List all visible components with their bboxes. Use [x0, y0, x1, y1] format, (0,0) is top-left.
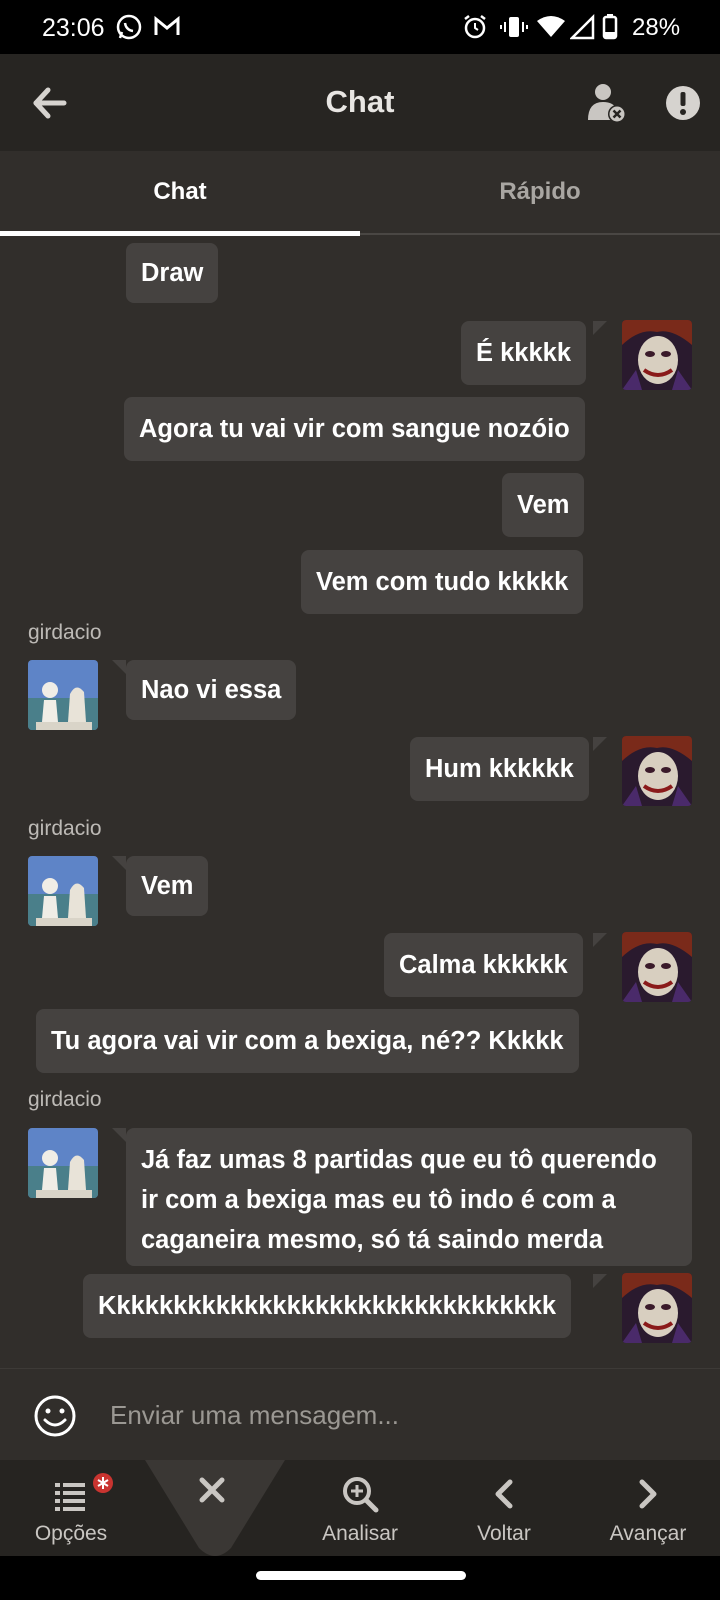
back-label: Voltar: [477, 1522, 531, 1545]
forward-label: Avançar: [609, 1522, 687, 1545]
message-bubble: Vem: [502, 473, 585, 537]
analyze-button[interactable]: Analisar: [290, 1460, 430, 1556]
chevron-right-icon: [639, 1479, 657, 1509]
bubble-tail: [112, 856, 126, 870]
girdacio-avatar[interactable]: [28, 856, 98, 926]
chess-avatar-icon: [28, 1128, 98, 1198]
my-avatar[interactable]: [622, 320, 692, 390]
my-avatar[interactable]: [622, 736, 692, 806]
sender-name: girdacio: [28, 817, 102, 840]
joker-avatar-icon: [622, 736, 692, 806]
options-label: Opções: [34, 1522, 108, 1545]
message-bubble: Tu agora vai vir com a bexiga, né?? Kkkk…: [36, 1009, 579, 1073]
vibrate-icon: [500, 17, 528, 37]
home-indicator[interactable]: [256, 1571, 466, 1580]
message-bubble: Calma kkkkkk: [384, 933, 583, 997]
tab-chat[interactable]: Chat: [0, 151, 360, 233]
bubble-tail: [593, 321, 607, 335]
joker-avatar-icon: [622, 932, 692, 1002]
close-button[interactable]: [145, 1460, 285, 1556]
options-button[interactable]: Opções: [1, 1460, 141, 1556]
sender-name: girdacio: [28, 1088, 102, 1111]
bubble-tail: [112, 660, 126, 674]
tab-rapido[interactable]: Rápido: [360, 151, 720, 233]
joker-avatar-icon: [622, 320, 692, 390]
battery-icon: [602, 14, 618, 40]
back-button[interactable]: Voltar: [434, 1460, 574, 1556]
message-bubble: Agora tu vai vir com sangue nozóio: [124, 397, 585, 461]
battery-percent: 28%: [632, 14, 681, 41]
analyze-label: Analisar: [322, 1522, 398, 1545]
bubble-tail: [593, 1274, 607, 1288]
girdacio-avatar[interactable]: [28, 1128, 98, 1198]
wifi-icon: [537, 16, 565, 37]
cell-signal-icon: [570, 13, 595, 40]
tab-bar: Chat Rápido: [0, 151, 720, 236]
app-bar: Chat: [0, 54, 720, 151]
message-bubble: Vem: [126, 856, 209, 916]
whatsapp-icon: [116, 14, 142, 40]
bubble-tail: [593, 737, 607, 751]
message-input[interactable]: Enviar uma mensagem...: [110, 1391, 670, 1439]
chess-avatar-icon: [28, 856, 98, 926]
message-bubble: Vem com tudo kkkkk: [301, 550, 584, 614]
block-user-icon[interactable]: [584, 80, 630, 126]
sender-name: girdacio: [28, 621, 102, 644]
message-bubble: Kkkkkkkkkkkkkkkkkkkkkkkkkkkkkkkk: [83, 1274, 572, 1338]
report-icon[interactable]: [660, 80, 706, 126]
notification-badge-icon: [93, 1473, 113, 1493]
emoji-icon[interactable]: [33, 1394, 77, 1438]
message-composer: Enviar uma mensagem...: [0, 1368, 720, 1461]
message-bubble: Já faz umas 8 partidas que eu tô querend…: [126, 1128, 692, 1266]
forward-button[interactable]: Avançar: [578, 1460, 718, 1556]
status-time: 23:06: [42, 14, 105, 42]
my-avatar[interactable]: [622, 1273, 692, 1343]
magnifier-plus-icon: [343, 1477, 379, 1513]
bubble-tail: [112, 1128, 126, 1142]
message-bubble: Hum kkkkkk: [410, 737, 589, 801]
bubble-tail: [593, 933, 607, 947]
chevron-left-icon: [495, 1479, 513, 1509]
message-bubble: Draw: [126, 243, 219, 303]
system-nav-bar: [0, 1556, 720, 1600]
status-bar: 23:06 28%: [0, 0, 720, 54]
chess-avatar-icon: [28, 660, 98, 730]
bottom-nav: Opções Analisar Voltar Avançar: [0, 1460, 720, 1556]
alarm-icon: [464, 15, 486, 39]
gmail-icon: [154, 15, 180, 35]
message-bubble: Nao vi essa: [126, 660, 297, 720]
message-bubble: É kkkkk: [461, 321, 587, 385]
list-menu-icon: [55, 1483, 85, 1511]
message-list[interactable]: Draw É kkkkk Agora tu vai vir com sangue…: [0, 235, 720, 1368]
girdacio-avatar[interactable]: [28, 660, 98, 730]
joker-avatar-icon: [622, 1273, 692, 1343]
my-avatar[interactable]: [622, 932, 692, 1002]
